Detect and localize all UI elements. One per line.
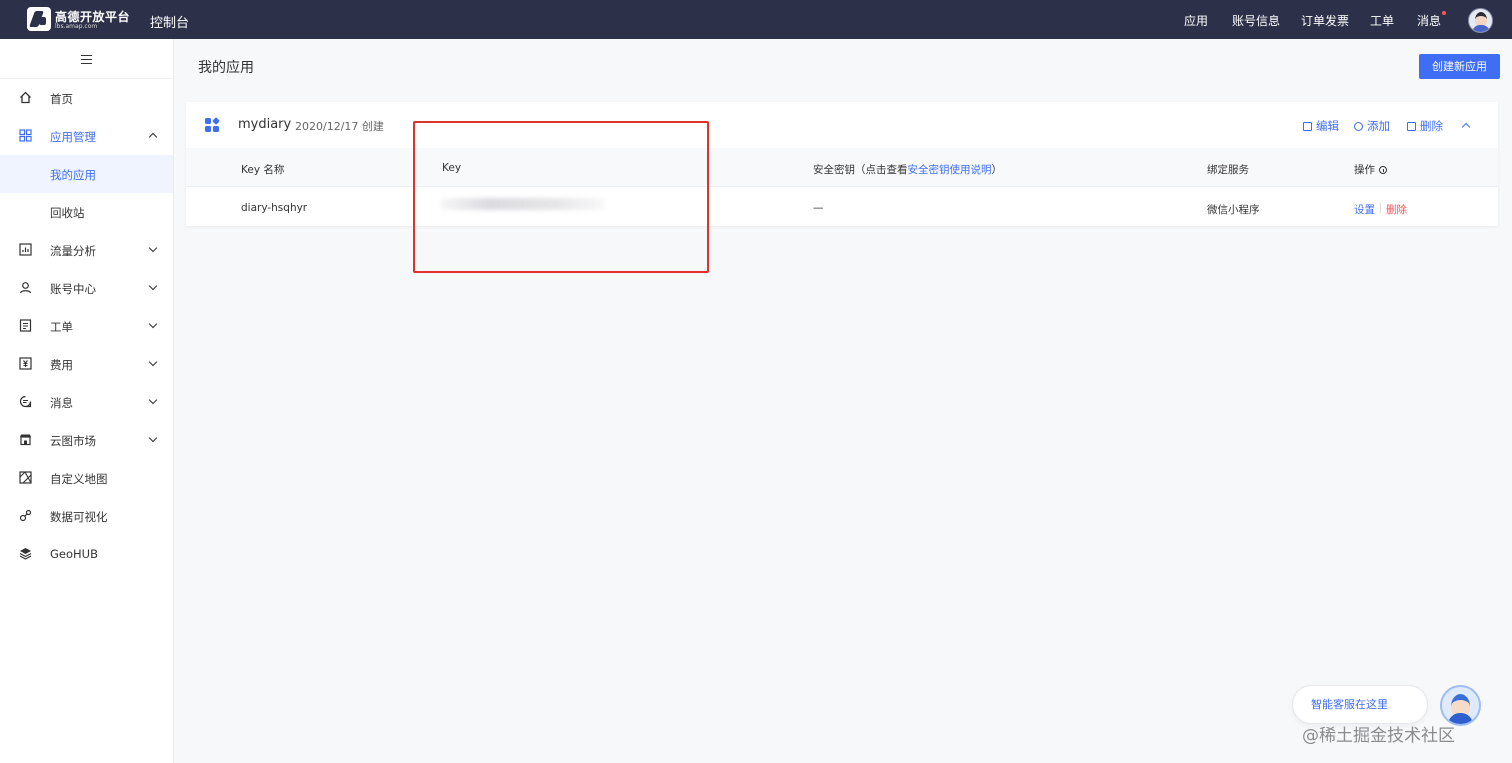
column-header-operation: 操作 (1354, 162, 1387, 177)
nav-messages[interactable]: 消息 (1417, 11, 1447, 29)
sidebar-item-label: 云图市场 (50, 434, 96, 448)
edit-label: 编辑 (1316, 119, 1339, 133)
column-header-secret: 安全密钥（点击查看安全密钥使用说明） (813, 162, 1002, 177)
row-secret: — (813, 202, 824, 214)
chevron-down-icon (148, 395, 158, 405)
sidebar-item-app-management[interactable]: 应用管理 (0, 117, 173, 155)
chart-icon (19, 243, 32, 256)
operation-header-label: 操作 (1354, 164, 1375, 176)
row-settings-link[interactable]: 设置 (1354, 202, 1375, 217)
app-card: mydiary 2020/12/17 创建 编辑 添加 删除 Key 名称 Ke… (186, 102, 1498, 226)
add-label: 添加 (1367, 119, 1390, 133)
chevron-down-icon (148, 281, 158, 291)
nav-account-info[interactable]: 账号信息 (1232, 12, 1280, 29)
secret-header-prefix: 安全密钥（点击查看 (813, 164, 908, 176)
watermark: @稀土掘金技术社区 (1302, 726, 1455, 746)
sidebar: 首页 应用管理 我的应用 回收站 流量分析 账号中心 工单 费用 消息 云图市场… (0, 39, 174, 763)
sidebar-item-billing[interactable]: 费用 (0, 345, 173, 383)
chevron-up-icon (148, 132, 158, 142)
add-key-button[interactable]: 添加 (1354, 118, 1390, 134)
trash-icon (1407, 122, 1416, 131)
sidebar-item-recycle-bin[interactable]: 回收站 (0, 193, 173, 231)
sidebar-item-label: GeoHUB (50, 547, 98, 561)
hamburger-icon[interactable] (81, 55, 92, 64)
app-name: mydiary (238, 117, 292, 132)
page-title: 我的应用 (198, 60, 254, 76)
home-icon (20, 91, 31, 104)
user-avatar[interactable] (1468, 8, 1493, 33)
nav-orders-invoices[interactable]: 订单发票 (1301, 12, 1349, 29)
nav-messages-label: 消息 (1417, 14, 1442, 28)
row-key-name: diary-hsqhyr (241, 202, 308, 214)
sidebar-item-ticket[interactable]: 工单 (0, 307, 173, 345)
sidebar-item-label: 消息 (50, 396, 73, 410)
sidebar-item-label: 工单 (50, 320, 73, 334)
edit-app-button[interactable]: 编辑 (1303, 118, 1339, 134)
smart-support-button[interactable]: 智能客服在这里 (1292, 685, 1428, 724)
sidebar-item-my-apps[interactable]: 我的应用 (0, 155, 173, 193)
sidebar-item-traffic-analysis[interactable]: 流量分析 (0, 231, 173, 269)
chevron-down-icon (148, 319, 158, 329)
secret-help-link[interactable]: 安全密钥使用说明 (908, 164, 992, 176)
chevron-down-icon (148, 357, 158, 367)
sidebar-item-label: 我的应用 (50, 168, 96, 182)
message-icon (19, 395, 32, 408)
info-icon[interactable] (1379, 166, 1387, 174)
row-delete-link[interactable]: 删除 (1386, 202, 1407, 217)
column-header-service: 绑定服务 (1207, 164, 1249, 176)
red-highlight-annotation (413, 121, 709, 273)
sidebar-item-custom-map[interactable]: 自定义地图 (0, 459, 173, 497)
sidebar-item-label: 流量分析 (50, 244, 96, 258)
user-icon (19, 282, 32, 294)
chevron-up-icon[interactable] (1461, 122, 1471, 132)
grid-icon (19, 129, 32, 142)
nav-ticket[interactable]: 工单 (1370, 12, 1394, 29)
nav-app[interactable]: 应用 (1184, 12, 1208, 29)
sidebar-item-label: 数据可视化 (50, 510, 108, 524)
app-grid-icon (205, 117, 220, 132)
map-icon (19, 471, 32, 484)
delete-app-button[interactable]: 删除 (1407, 118, 1443, 134)
sidebar-item-label: 应用管理 (50, 130, 96, 144)
layers-icon (19, 548, 32, 560)
sidebar-item-home[interactable]: 首页 (0, 79, 173, 117)
operation-separator (1380, 203, 1381, 213)
amap-logo-icon (27, 7, 51, 31)
ticket-icon (19, 319, 32, 332)
billing-icon (19, 357, 32, 370)
delete-label: 删除 (1420, 119, 1443, 133)
chevron-down-icon (148, 433, 158, 443)
amap-logo[interactable]: 高德开放平台 lbs.amap.com (27, 7, 130, 33)
sidebar-item-geohub[interactable]: GeoHUB (0, 535, 173, 573)
column-header-key-name: Key 名称 (241, 164, 285, 176)
console-title[interactable]: 控制台 (150, 12, 189, 31)
sidebar-item-label: 首页 (50, 92, 73, 106)
sidebar-item-messages[interactable]: 消息 (0, 383, 173, 421)
sidebar-item-cloud-market[interactable]: 云图市场 (0, 421, 173, 459)
row-service: 微信小程序 (1207, 204, 1260, 216)
visualization-icon (19, 509, 32, 522)
edit-icon (1303, 122, 1312, 131)
top-bar: 高德开放平台 lbs.amap.com 控制台 应用 账号信息 订单发票 工单 … (0, 0, 1512, 39)
chevron-down-icon (148, 243, 158, 253)
message-badge-dot (1442, 11, 1447, 15)
sidebar-item-data-visualization[interactable]: 数据可视化 (0, 497, 173, 535)
plus-circle-icon (1354, 122, 1363, 131)
support-agent-avatar[interactable] (1440, 685, 1481, 726)
sidebar-item-account-center[interactable]: 账号中心 (0, 269, 173, 307)
app-created-date: 2020/12/17 创建 (295, 120, 384, 133)
logo-subtitle: lbs.amap.com (55, 23, 98, 30)
sidebar-item-label: 回收站 (50, 206, 85, 220)
store-icon (20, 434, 31, 446)
sidebar-item-label: 账号中心 (50, 282, 96, 296)
secret-header-suffix: ） (991, 164, 1003, 176)
sidebar-item-label: 费用 (50, 358, 73, 372)
key-table-header: Key 名称 Key 安全密钥（点击查看安全密钥使用说明） 绑定服务 操作 (186, 148, 1498, 187)
create-app-button[interactable]: 创建新应用 (1419, 54, 1500, 79)
sidebar-item-label: 自定义地图 (50, 472, 108, 486)
